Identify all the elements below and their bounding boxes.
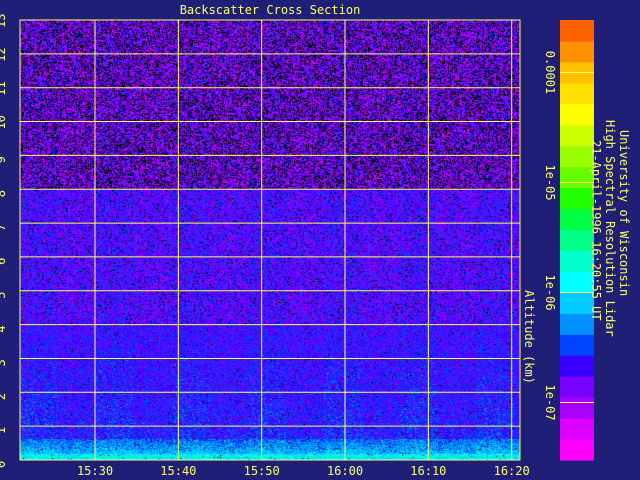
x-tick-label: 16:20 xyxy=(494,464,530,478)
x-tick-label: 16:00 xyxy=(327,464,363,478)
colorbar-tick-label: 1e-06 xyxy=(543,274,557,310)
y-tick-label: 8 xyxy=(0,190,8,197)
y-tick-label: 10 xyxy=(0,115,8,129)
colorbar-segment xyxy=(560,418,594,440)
annotation-line-2: High Spectral Resolution Lidar xyxy=(603,120,617,337)
colorbar-segment xyxy=(560,439,594,461)
chart-overlay: Backscatter Cross Section 15:30 15:40 15:5… xyxy=(0,3,631,478)
y-tick-label: 4 xyxy=(0,325,8,332)
colorbar-segment xyxy=(560,82,594,105)
colorbar-segment xyxy=(560,187,594,210)
grid-lines xyxy=(20,19,520,461)
y-axis-ticks: 012345678910111213 xyxy=(0,14,8,468)
y-axis-label: Altitude (km) xyxy=(522,290,536,384)
colorbar-segment xyxy=(560,355,594,377)
colorbar-segment xyxy=(560,145,594,168)
colorbar-segment xyxy=(560,103,594,126)
colorbar-segment xyxy=(560,313,594,335)
y-tick-label: 12 xyxy=(0,47,8,61)
colorbar-segment xyxy=(560,397,594,419)
colorbar-segment xyxy=(560,208,594,231)
y-tick-label: 13 xyxy=(0,14,8,28)
colorbar-segment xyxy=(560,376,594,398)
colorbar-segment xyxy=(560,40,594,63)
x-axis-ticks: 15:30 15:40 15:50 16:00 16:10 16:20 xyxy=(77,464,530,478)
annotation-line-1: University of Wisconsin xyxy=(617,130,631,296)
colorbar-segment xyxy=(560,271,594,293)
x-tick-label: 16:10 xyxy=(410,464,446,478)
x-tick-label: 15:50 xyxy=(244,464,280,478)
annotation-line-3: 21-April-1996 16:20:55 UT xyxy=(589,140,603,321)
colorbar-segment xyxy=(560,124,594,147)
y-tick-label: 2 xyxy=(0,393,8,400)
x-tick-label: 15:30 xyxy=(77,464,113,478)
chart-title: Backscatter Cross Section xyxy=(180,3,361,17)
colorbar-tick-label: 0.0001 xyxy=(543,51,557,94)
y-tick-label: 11 xyxy=(0,81,8,95)
colorbar-segment xyxy=(560,250,594,272)
y-tick-label: 9 xyxy=(0,156,8,163)
colorbar-segment xyxy=(560,229,594,251)
y-tick-label: 7 xyxy=(0,224,8,231)
colorbar xyxy=(560,20,594,461)
colorbar-segment xyxy=(560,292,594,314)
lidar-figure: Backscatter Cross Section 15:30 15:40 15:5… xyxy=(0,0,640,480)
colorbar-tick-label: 1e-05 xyxy=(543,164,557,200)
colorbar-segment xyxy=(560,334,594,356)
x-tick-label: 15:40 xyxy=(160,464,196,478)
colorbar-tick-labels: 1e-07 1e-06 1e-05 0.0001 xyxy=(543,51,557,421)
colorbar-segment xyxy=(560,166,594,189)
y-tick-label: 6 xyxy=(0,258,8,265)
colorbar-tick-label: 1e-07 xyxy=(543,384,557,420)
y-tick-label: 0 xyxy=(0,461,8,468)
colorbar-segment xyxy=(560,20,594,42)
y-tick-label: 1 xyxy=(0,427,8,434)
y-tick-label: 5 xyxy=(0,292,8,299)
y-tick-label: 3 xyxy=(0,359,8,366)
